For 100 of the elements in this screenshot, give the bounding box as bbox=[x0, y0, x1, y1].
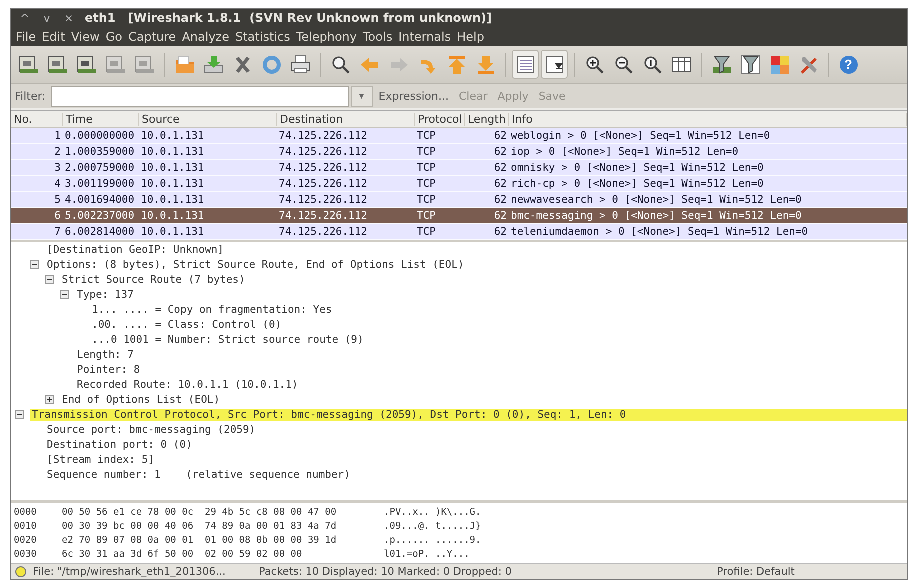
length-cell: 62 bbox=[494, 178, 507, 190]
column-header[interactable]: Source bbox=[139, 112, 277, 126]
menu-item[interactable]: Edit bbox=[39, 30, 68, 44]
menu-item[interactable]: Go bbox=[102, 30, 126, 44]
menu-item[interactable]: Telephony bbox=[293, 30, 360, 44]
tree-item[interactable]: Destination port: 0 (0) bbox=[45, 438, 194, 450]
destination-cell: 74.125.226.112 bbox=[279, 194, 368, 206]
tree-item[interactable]: Sequence number: 1 (relative sequence number) bbox=[45, 468, 352, 480]
destination-cell: 74.125.226.112 bbox=[279, 226, 368, 238]
source-cell: 10.0.1.131 bbox=[141, 194, 204, 206]
collapse-toggle[interactable] bbox=[45, 275, 56, 284]
collapse-toggle[interactable] bbox=[15, 410, 26, 419]
packet-row[interactable]: 3 2.000759000 10.0.1.131 74.125.226.112 TCP 62 omnisky > 0 [<None>] Seq=1 Win=512 Len=0 bbox=[11, 160, 907, 176]
tree-item[interactable]: Pointer: 8 bbox=[75, 364, 142, 376]
tree-item[interactable]: Transmission Control Protocol, Src Port: bmc-messaging (2059), Dst Port: 0 (0), Seq: 1, Len: 0 bbox=[30, 408, 907, 420]
packet-row[interactable]: 2 1.000359000 10.0.1.131 74.125.226.112 TCP 62 iop > 0 [<None>] Seq=1 Win=512 Len=0 bbox=[11, 144, 907, 160]
column-header[interactable]: No. bbox=[11, 112, 63, 126]
menu-item[interactable]: Analyze bbox=[179, 30, 232, 44]
packet-row[interactable]: 1 0.000000000 10.0.1.131 74.125.226.112 TCP 62 weblogin > 0 [<None>] Seq=1 Win=512 Len=0 bbox=[11, 128, 907, 144]
time-cell: 2.000759000 bbox=[65, 162, 135, 174]
info-cell: weblogin > 0 [<None>] Seq=1 Win=512 Len=0 bbox=[511, 130, 770, 142]
collapse-toggle[interactable] bbox=[60, 290, 71, 299]
ascii-text: l01.=oP. ..Y... bbox=[384, 548, 470, 560]
time-cell: 1.000359000 bbox=[65, 146, 135, 158]
packet-row[interactable]: 5 4.001694000 10.0.1.131 74.125.226.112 TCP 62 newwavesearch > 0 [<None>] Seq=1 Win=512 Len=0 bbox=[11, 192, 907, 208]
column-header[interactable]: Info bbox=[509, 112, 907, 126]
destination-cell: 74.125.226.112 bbox=[279, 130, 368, 142]
info-cell: omnisky > 0 [<None>] Seq=1 Win=512 Len=0 bbox=[511, 162, 764, 174]
number-cell: 4 bbox=[54, 178, 61, 190]
source-cell: 10.0.1.131 bbox=[141, 226, 204, 238]
column-header[interactable]: Length bbox=[465, 112, 509, 126]
menu-item[interactable]: Capture bbox=[125, 30, 180, 44]
packet-row[interactable]: 7 6.002814000 10.0.1.131 74.125.226.112 TCP 62 teleniumdaemon > 0 [<None>] Seq=1 Win=512 Len=0 bbox=[11, 224, 907, 240]
dropdown-button[interactable]: ▼ bbox=[350, 86, 373, 106]
hex-bytes: e2 70 89 07 08 0a 00 01 01 00 08 0b 00 00 39 1d bbox=[62, 534, 338, 546]
menu-item[interactable]: Tools bbox=[360, 30, 396, 44]
filter-field[interactable] bbox=[50, 86, 349, 106]
column-header[interactable]: Time bbox=[63, 112, 139, 126]
destination-cell: 74.125.226.112 bbox=[279, 210, 368, 222]
window-control[interactable]: ^ bbox=[15, 12, 35, 24]
tree-item[interactable]: Length: 7 bbox=[75, 348, 136, 360]
info-cell: teleniumdaemon > 0 [<None>] Seq=1 Win=512 Len=0 bbox=[511, 226, 808, 238]
expand-toggle[interactable] bbox=[45, 395, 56, 404]
ascii-text: .09...@. t.....J} bbox=[384, 520, 482, 532]
protocol-cell: TCP bbox=[417, 130, 436, 142]
tree-item[interactable]: .00. .... = Class: Control (0) bbox=[90, 318, 284, 330]
window-control[interactable]: v bbox=[37, 12, 57, 24]
hex-offset: 0020 bbox=[14, 534, 38, 546]
menu-item[interactable]: Internals bbox=[396, 30, 454, 44]
collapse-toggle[interactable] bbox=[30, 260, 41, 269]
time-cell: 5.002237000 bbox=[65, 210, 135, 222]
length-cell: 62 bbox=[494, 226, 507, 238]
tree-item[interactable]: Options: (8 bytes), Strict Source Route, End of Options List (EOL) bbox=[45, 258, 466, 270]
autoscroll-icon[interactable] bbox=[541, 50, 568, 79]
tree-item[interactable]: [Stream index: 5] bbox=[45, 454, 156, 466]
hex-bytes: 00 30 39 bc 00 00 40 06 74 89 0a 00 01 83 4a 7d bbox=[62, 520, 338, 532]
source-cell: 10.0.1.131 bbox=[141, 178, 204, 190]
hex-offset: 0030 bbox=[14, 548, 38, 560]
column-header[interactable]: Protocol bbox=[415, 112, 465, 126]
filter-button[interactable]: Expression... bbox=[374, 90, 453, 102]
menu-item[interactable]: Statistics bbox=[232, 30, 294, 44]
packet-row[interactable]: 6 5.002237000 10.0.1.131 74.125.226.112 TCP 62 bmc-messaging > 0 [<None>] Seq=1 Win=512 Len=0 bbox=[11, 208, 907, 224]
tree-item[interactable]: [Destination GeoIP: Unknown] bbox=[45, 244, 226, 256]
info-cell: bmc-messaging > 0 [<None>] Seq=1 Win=512 Len=0 bbox=[511, 210, 802, 222]
window-control[interactable]: × bbox=[59, 12, 79, 24]
tree-item[interactable]: Type: 137 bbox=[75, 288, 136, 300]
source-cell: 10.0.1.131 bbox=[141, 210, 204, 222]
protocol-cell: TCP bbox=[417, 194, 436, 206]
menu-item[interactable]: Help bbox=[454, 30, 488, 44]
protocol-cell: TCP bbox=[417, 162, 436, 174]
tree-item[interactable]: Strict Source Route (7 bytes) bbox=[60, 274, 248, 286]
number-cell: 1 bbox=[54, 130, 61, 142]
list-icon[interactable] bbox=[512, 50, 539, 79]
time-cell: 0.000000000 bbox=[65, 130, 135, 142]
tree-item[interactable]: Source port: bmc-messaging (2059) bbox=[45, 424, 258, 436]
source-cell: 10.0.1.131 bbox=[141, 162, 204, 174]
tree-item[interactable]: Recorded Route: 10.0.1.1 (10.0.1.1) bbox=[75, 378, 300, 390]
status-file: File: "/tmp/wireshark_eth1_201306... bbox=[33, 566, 227, 578]
number-cell: 3 bbox=[54, 162, 61, 174]
length-cell: 62 bbox=[494, 194, 507, 206]
tree-item[interactable]: 1... .... = Copy on fragmentation: Yes bbox=[90, 304, 334, 316]
tree-item[interactable]: ...0 1001 = Number: Strict source route (9) bbox=[90, 334, 366, 346]
packet-row[interactable]: 4 3.001199000 10.0.1.131 74.125.226.112 TCP 62 rich-cp > 0 [<None>] Seq=1 Win=512 Len=0 bbox=[11, 176, 907, 192]
protocol-cell: TCP bbox=[417, 226, 436, 238]
protocol-cell: TCP bbox=[417, 146, 436, 158]
number-cell: 7 bbox=[54, 226, 61, 238]
destination-cell: 74.125.226.112 bbox=[279, 178, 368, 190]
window-title: eth1 [Wireshark 1.8.1 (SVN Rev Unknown from unknown)] bbox=[85, 11, 492, 25]
column-header[interactable]: Destination bbox=[277, 112, 415, 126]
status-profile: Profile: Default bbox=[717, 566, 796, 578]
hex-bytes: 00 50 56 e1 ce 78 00 0c 29 4b 5c c8 08 00 47 00 bbox=[62, 506, 338, 518]
tree-item[interactable]: End of Options List (EOL) bbox=[60, 394, 222, 406]
menu-item[interactable]: File bbox=[13, 30, 40, 44]
hex-bytes: 6c 30 31 aa 3d 6f 50 00 02 00 59 02 00 00 bbox=[62, 548, 304, 560]
menu-item[interactable]: View bbox=[68, 30, 103, 44]
hex-offset: 0010 bbox=[14, 520, 38, 532]
info-cell: newwavesearch > 0 [<None>] Seq=1 Win=512 Len=0 bbox=[511, 194, 802, 206]
time-cell: 3.001199000 bbox=[65, 178, 135, 190]
length-cell: 62 bbox=[494, 146, 507, 158]
ascii-text: .p...... ......9. bbox=[384, 534, 482, 546]
